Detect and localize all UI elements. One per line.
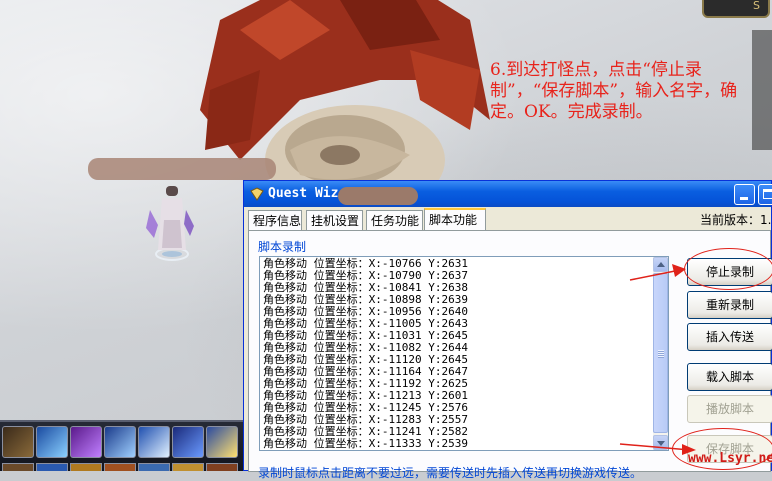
skill-slot[interactable] <box>70 463 102 471</box>
skill-slot[interactable] <box>2 463 34 471</box>
corner-badge: S <box>702 0 770 18</box>
window-titlebar[interactable]: Quest Wiz <box>244 181 772 207</box>
skill-slot[interactable] <box>138 463 170 471</box>
tab-quest-functions[interactable]: 任务功能 <box>366 210 423 230</box>
maximize-button[interactable] <box>758 184 772 205</box>
window-app-icon <box>250 187 264 201</box>
skill-slot[interactable] <box>206 463 238 471</box>
blurred-name-label <box>88 158 276 180</box>
skill-slot[interactable] <box>36 426 68 458</box>
skill-bar <box>0 420 244 471</box>
script-log-list[interactable]: 角色移动 位置坐标：X:-10766 Y:2631 角色移动 位置坐标：X:-10… <box>259 256 669 451</box>
script-record-group-label: 脚本录制 <box>258 240 307 254</box>
skill-slot[interactable] <box>36 463 68 471</box>
skill-slot[interactable] <box>172 426 204 458</box>
skill-slot[interactable] <box>104 463 136 471</box>
version-label: 当前版本：1. <box>700 213 772 227</box>
skill-slot[interactable] <box>138 426 170 458</box>
scroll-grip <box>658 350 664 358</box>
skill-slot[interactable] <box>172 463 204 471</box>
watermark-text: www.Lsyr.net <box>688 451 772 466</box>
log-scrollbar[interactable] <box>653 257 668 450</box>
skill-slot[interactable] <box>2 426 34 458</box>
blurred-title-overlay <box>338 187 418 205</box>
highlight-stop-record <box>684 248 772 290</box>
tab-idle-settings[interactable]: 挂机设置 <box>306 210 363 230</box>
play-script-button[interactable]: 播放脚本 <box>687 395 772 423</box>
minimize-button[interactable] <box>734 184 755 205</box>
record-hint-text: 录制时鼠标点击距离不要过远，需要传送时先插入传送再切换游戏传送。 <box>258 466 643 480</box>
tutorial-annotation: 6.到达打怪点，点击“停止录制”，“保存脚本”，输入名字，确定。OK。完成录制。 <box>490 60 738 122</box>
log-lines: 角色移动 位置坐标：X:-10766 Y:2631 角色移动 位置坐标：X:-10… <box>263 258 651 450</box>
corner-badge-text: S <box>753 0 760 12</box>
tab-program-info[interactable]: 程序信息 <box>248 210 302 230</box>
tab-script-functions[interactable]: 脚本功能 <box>424 208 486 230</box>
re-record-button[interactable]: 重新录制 <box>687 291 772 319</box>
skill-slot[interactable] <box>104 426 136 458</box>
minimize-icon <box>740 197 748 200</box>
quest-wiz-window: Quest Wiz 程序信息 挂机设置 任务功能 脚本功能 当前版本：1. 脚本… <box>243 180 772 480</box>
log-entry[interactable]: 角色移动 位置坐标：X:-11333 Y:2539 <box>263 438 651 450</box>
maximize-icon <box>763 189 772 199</box>
player-character <box>146 186 194 261</box>
window-title: Quest Wiz <box>268 186 339 201</box>
arrow-pointer-icon <box>619 443 696 455</box>
load-script-button[interactable]: 载入脚本 <box>687 363 772 391</box>
skill-slot[interactable] <box>206 426 238 458</box>
scroll-thumb[interactable] <box>653 273 668 433</box>
skill-slot[interactable] <box>70 426 102 458</box>
arrow-pointer-icon <box>629 264 686 281</box>
insert-teleport-button[interactable]: 插入传送 <box>687 323 772 351</box>
